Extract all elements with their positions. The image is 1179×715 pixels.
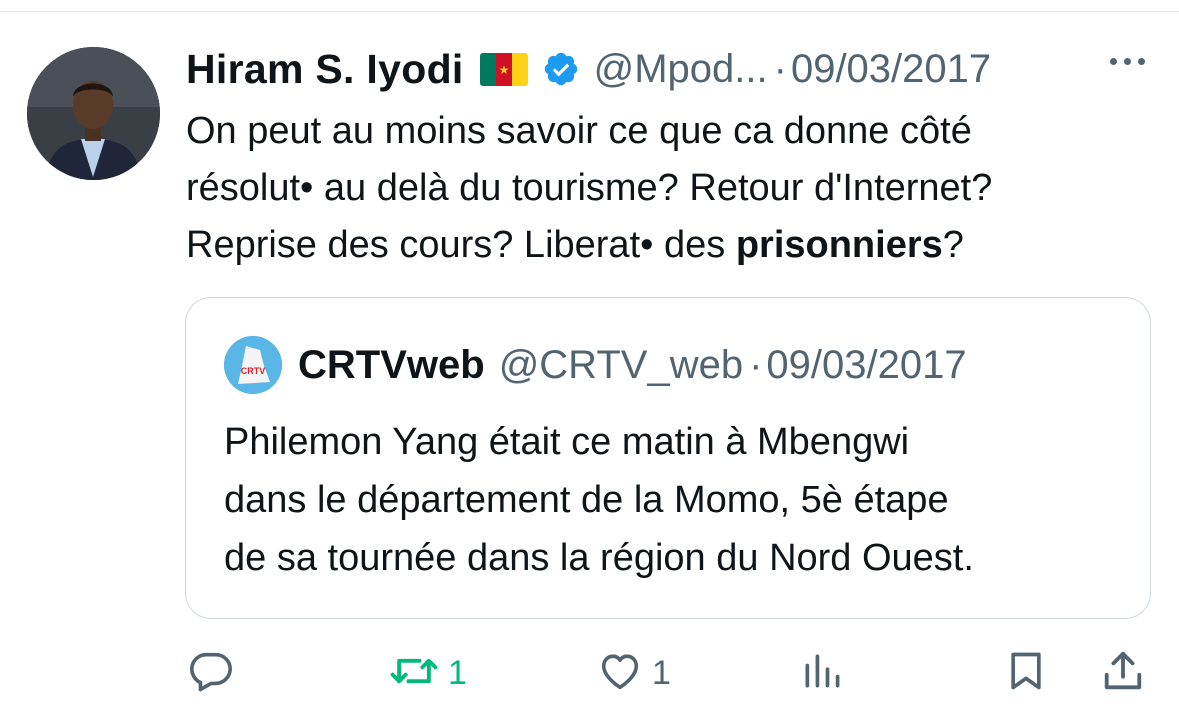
views-button[interactable] [800,640,844,706]
quoted-text-line: Philemon Yang était ce matin à Mbengwi [224,421,910,463]
views-icon [800,648,844,699]
tweet-date[interactable]: 09/03/2017 [791,47,991,92]
quoted-tweet-card[interactable]: CRTV CRTVweb @CRTV_web · 09/03/2017 Phil… [185,297,1151,619]
quoted-author-handle[interactable]: @CRTV_web [499,343,743,388]
retweet-button[interactable]: 1 [388,640,467,706]
tweet-text-bold-word: prisonniers [735,224,943,266]
quoted-tweet-text: Philemon Yang était ce matin à Mbengwi d… [224,413,1124,587]
tweet-text-line: Reprise des cours? Liberat• des prisonni… [186,217,1161,274]
bookmark-button[interactable] [1004,640,1048,706]
quoted-author-avatar[interactable]: CRTV [224,336,282,394]
tweet-text: On peut au moins savoir ce que ca donne … [186,103,1161,274]
quoted-author-name[interactable]: CRTVweb [298,343,485,388]
separator-dot: · [773,46,787,91]
quoted-tweet-date[interactable]: 09/03/2017 [766,343,966,388]
tweet-text-line: résolut• au delà du tourisme? Retour d'I… [186,167,993,209]
tweet-text-line: On peut au moins savoir ce que ca donne … [186,110,972,152]
like-button[interactable]: 1 [596,640,671,706]
retweet-count: 1 [448,653,467,692]
share-button[interactable] [1100,640,1146,706]
heart-icon [596,648,644,699]
cameroon-flag-icon: ★ [479,52,528,86]
tweet-header: Hiram S. Iyodi ★ @Mpod... · 09/03/2017 [186,40,991,98]
quoted-avatar-logo-text: CRTV [241,366,266,376]
retweet-icon [388,648,440,699]
like-count: 1 [652,653,671,692]
quoted-text-line: dans le département de la Momo, 5è étape [224,479,949,521]
separator-dot: · [749,342,763,387]
verified-badge-icon [542,50,580,88]
more-icon[interactable] [1110,58,1145,65]
tweet-text-segment: Reprise des cours? Liberat• des [186,224,736,266]
action-bar: 1 1 [0,640,1179,706]
quoted-tweet-header: CRTVweb @CRTV_web · 09/03/2017 [298,336,967,394]
tweet-text-segment: ? [942,224,964,266]
top-divider [0,11,1179,12]
reply-icon [188,648,234,699]
reply-button[interactable] [188,640,242,706]
author-handle[interactable]: @Mpod... [594,47,768,92]
author-avatar[interactable] [27,47,160,180]
quoted-text-line: de sa tournée dans la région du Nord Oue… [224,537,974,579]
author-name[interactable]: Hiram S. Iyodi [186,46,464,93]
bookmark-icon [1004,648,1048,699]
share-icon [1100,648,1146,699]
